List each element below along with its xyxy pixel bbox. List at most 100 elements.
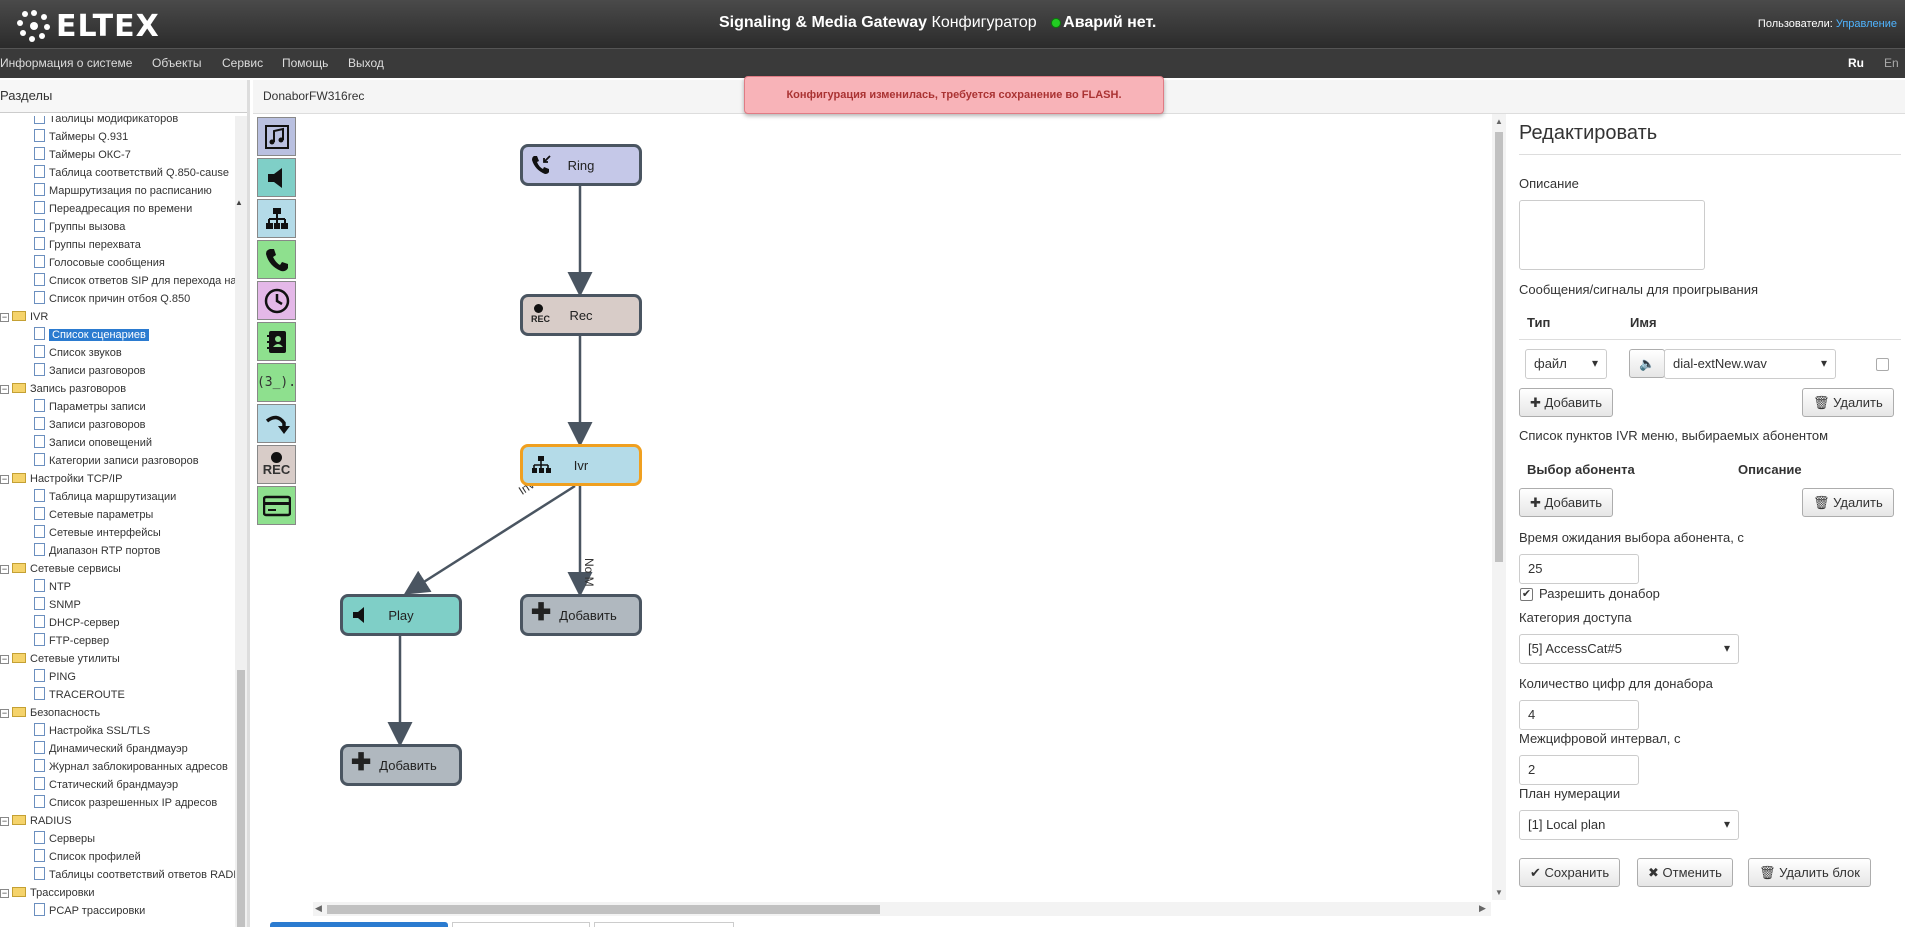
node-ivr-selected[interactable]: Ivr <box>520 444 642 486</box>
menu-service[interactable]: Сервис <box>222 56 263 70</box>
collapse-icon[interactable]: − <box>0 385 9 394</box>
tree-item[interactable]: Таймеры ОКС-7 <box>34 146 131 164</box>
node-play[interactable]: Play <box>340 594 462 636</box>
collapse-icon[interactable]: − <box>0 475 9 484</box>
tree-item[interactable]: Таймеры Q.931 <box>34 128 128 146</box>
access-category-select[interactable]: [5] AccessCat#5 <box>1519 634 1739 664</box>
digits-icon[interactable]: (3_). <box>257 363 296 402</box>
tree-item[interactable]: Список разрешенных IP адресов <box>34 794 217 812</box>
speaker-icon[interactable] <box>257 158 296 197</box>
node-ring[interactable]: Ring <box>520 144 642 186</box>
contacts-icon[interactable] <box>257 322 296 361</box>
play-sound-button[interactable]: 🔈 <box>1629 349 1665 378</box>
message-row-checkbox[interactable] <box>1876 358 1889 371</box>
numbering-plan-select[interactable]: [1] Local plan <box>1519 810 1739 840</box>
tree-item[interactable]: Серверы <box>34 830 95 848</box>
bottom-tab-active[interactable] <box>270 922 448 927</box>
scroll-right-icon[interactable]: ▶ <box>1479 903 1486 914</box>
tree-item[interactable]: Динамический брандмауэр <box>34 740 188 758</box>
tree-folder[interactable]: − Сетевые сервисы <box>0 560 121 578</box>
collapse-icon[interactable]: − <box>0 313 9 322</box>
tree-item[interactable]: Настройка SSL/TLS <box>34 722 150 740</box>
menu-objects[interactable]: Объекты <box>152 56 202 70</box>
menu-help[interactable]: Помощь <box>282 56 328 70</box>
rec-icon[interactable]: REC <box>257 445 296 484</box>
tree-item[interactable]: Сетевые параметры <box>34 506 153 524</box>
collapse-icon[interactable]: − <box>0 709 9 718</box>
tree-item[interactable]: Список ответов SIP для перехода на <box>34 272 235 290</box>
scroll-up-icon[interactable]: ▲ <box>1495 117 1503 126</box>
bottom-tab[interactable] <box>452 922 590 927</box>
wait-time-input[interactable]: 25 <box>1519 554 1639 584</box>
menu-exit[interactable]: Выход <box>348 56 384 70</box>
tree-item[interactable]: Список причин отбоя Q.850 <box>34 290 190 308</box>
tree-item[interactable]: Статический брандмауэр <box>34 776 178 794</box>
description-textarea[interactable] <box>1519 200 1705 270</box>
tree-folder[interactable]: − IVR <box>0 308 48 326</box>
add-message-button[interactable]: ✚ Добавить <box>1519 388 1613 417</box>
tree-item-selected[interactable]: Список сценариев <box>34 326 149 344</box>
tree-folder[interactable]: − RADIUS <box>0 812 72 830</box>
lang-en[interactable]: En <box>1884 56 1899 70</box>
tree-item[interactable]: FTP-сервер <box>34 632 109 650</box>
tree-item[interactable]: Группы вызова <box>34 218 125 236</box>
tree-item[interactable]: Голосовые сообщения <box>34 254 165 272</box>
tree-item[interactable]: Переадресация по времени <box>34 200 192 218</box>
tree-item[interactable]: DHCP-сервер <box>34 614 120 632</box>
tree-folder[interactable]: − Настройки TCP/IP <box>0 470 122 488</box>
tree-folder[interactable]: − Безопасность <box>0 704 100 722</box>
sidebar-scroll-thumb[interactable] <box>237 670 245 927</box>
lang-ru[interactable]: Ru <box>1848 56 1864 70</box>
card-icon[interactable] <box>257 486 296 525</box>
collapse-icon[interactable]: − <box>0 889 9 898</box>
music-icon[interactable] <box>257 117 296 156</box>
tree-item[interactable]: Записи разговоров <box>34 362 146 380</box>
collapse-icon[interactable]: − <box>0 655 9 664</box>
interdigit-input[interactable]: 2 <box>1519 755 1639 785</box>
tree-item[interactable]: Таблица маршрутизации <box>34 488 176 506</box>
tree-item[interactable]: Записи оповещений <box>34 434 152 452</box>
node-add-nomatch[interactable]: ✚ Добавить <box>520 594 642 636</box>
tree-folder[interactable]: − Трассировки <box>0 884 95 902</box>
add-ivr-item-button[interactable]: ✚ Добавить <box>1519 488 1613 517</box>
save-button[interactable]: ✔ Сохранить <box>1519 858 1621 887</box>
tree-item[interactable]: TRACEROUTE <box>34 686 125 704</box>
canvas-vscroll-thumb[interactable] <box>1495 132 1503 562</box>
tree-item[interactable]: Параметры записи <box>34 398 146 416</box>
tree-item[interactable]: Диапазон RTP портов <box>34 542 160 560</box>
tree-item[interactable]: NTP <box>34 578 71 596</box>
users-manage-link[interactable]: Управление <box>1836 18 1897 30</box>
tree-item[interactable]: PCAP трассировки <box>34 902 145 920</box>
phone-icon[interactable] <box>257 240 296 279</box>
delete-block-button[interactable]: 🗑 Удалить блок <box>1748 858 1871 887</box>
tree-item[interactable]: Журнал заблокированных адресов <box>34 758 228 776</box>
bottom-tab[interactable] <box>594 922 734 927</box>
scroll-up-icon[interactable]: ▲ <box>235 198 243 207</box>
tree-item[interactable]: Категории записи разговоров <box>34 452 199 470</box>
tree-item[interactable]: Сетевые интерфейсы <box>34 524 161 542</box>
tree-item[interactable]: SNMP <box>34 596 81 614</box>
sound-file-select[interactable]: dial-extNew.wav <box>1664 349 1836 379</box>
digits-count-input[interactable]: 4 <box>1519 700 1639 730</box>
message-type-select[interactable]: файл <box>1525 349 1607 379</box>
tree-item[interactable]: PING <box>34 668 76 686</box>
tree-folder[interactable]: − Сетевые утилиты <box>0 650 120 668</box>
tree-item[interactable]: Список звуков <box>34 344 122 362</box>
redirect-icon[interactable] <box>257 404 296 443</box>
collapse-icon[interactable]: − <box>0 817 9 826</box>
scroll-down-icon[interactable]: ▼ <box>1495 888 1503 897</box>
collapse-icon[interactable]: − <box>0 565 9 574</box>
node-rec[interactable]: REC Rec <box>520 294 642 336</box>
delete-message-button[interactable]: 🗑 Удалить <box>1802 388 1894 417</box>
tree-item[interactable]: Таблица соответствий Q.850-cause <box>34 164 229 182</box>
ivr-menu-icon[interactable] <box>257 199 296 238</box>
menu-system-info[interactable]: Информация о системе <box>0 56 132 70</box>
tree-item[interactable]: Таблицы модификаторов <box>34 116 178 128</box>
tree-item[interactable]: Маршрутизация по расписанию <box>34 182 212 200</box>
tree-folder[interactable]: − Запись разговоров <box>0 380 126 398</box>
donabor-checkbox[interactable]: ✔ <box>1520 588 1533 601</box>
clock-icon[interactable] <box>257 281 296 320</box>
cancel-button[interactable]: ✖ Отменить <box>1637 858 1733 887</box>
tree-item[interactable]: Таблицы соответствий ответов RADI <box>34 866 235 884</box>
node-add-play[interactable]: ✚ Добавить <box>340 744 462 786</box>
